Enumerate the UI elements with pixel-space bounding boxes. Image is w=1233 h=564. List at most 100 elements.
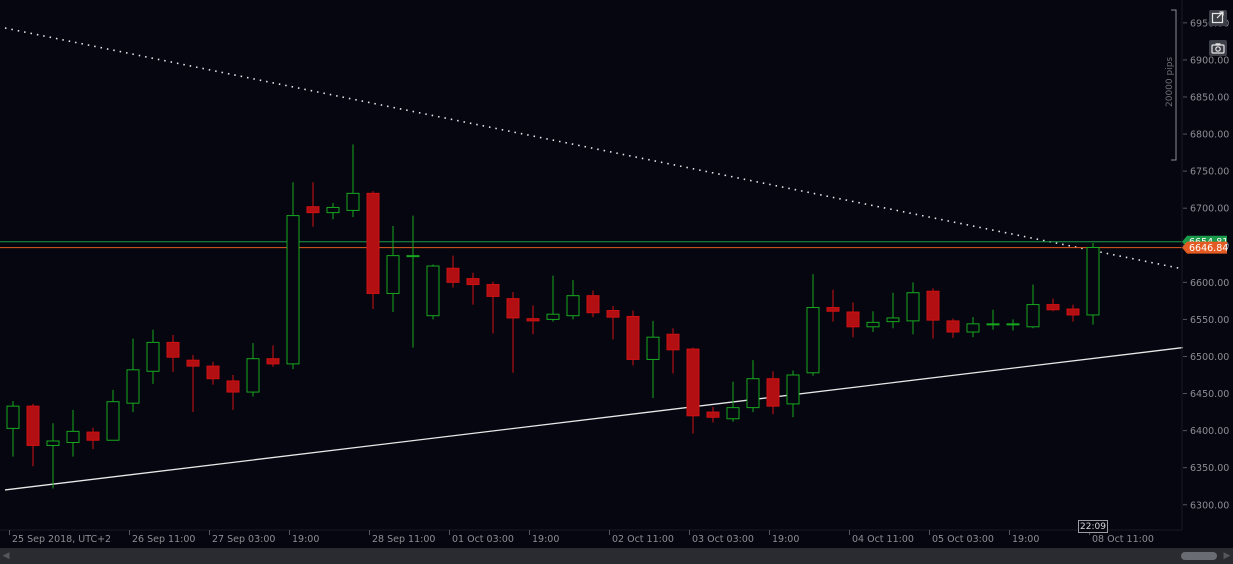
candle-body	[626, 315, 640, 360]
candle-body	[66, 430, 80, 443]
candle[interactable]	[1046, 298, 1060, 312]
y-tick-label: 6900.00	[1190, 55, 1229, 66]
candle[interactable]	[146, 329, 160, 384]
candle[interactable]	[886, 292, 900, 329]
support-trendline[interactable]	[4, 346, 1184, 491]
candle[interactable]	[526, 305, 540, 335]
candle[interactable]	[326, 202, 340, 220]
price-chart[interactable]: 6950.006900.006850.006800.006750.006700.…	[0, 0, 1233, 548]
candle-body	[526, 318, 540, 322]
candle-body	[226, 380, 240, 393]
candle[interactable]	[946, 318, 960, 338]
x-tick-label: 02 Oct 11:00	[612, 534, 674, 545]
candle-body	[586, 295, 600, 314]
candle[interactable]	[346, 144, 360, 218]
x-tick-label: 08 Oct 11:00	[1092, 534, 1154, 545]
candle[interactable]	[246, 343, 260, 397]
candle[interactable]	[906, 282, 920, 335]
candle[interactable]	[506, 291, 520, 373]
candle-body	[1046, 304, 1060, 311]
expand-button[interactable]	[1209, 10, 1227, 26]
candle-body	[306, 206, 320, 214]
candle[interactable]	[486, 281, 500, 334]
candle[interactable]	[6, 400, 20, 457]
candle[interactable]	[386, 225, 400, 312]
x-tick-label: 19:00	[772, 534, 799, 545]
time-cursor-label: 22:09	[1078, 520, 1108, 533]
candle[interactable]	[1006, 319, 1020, 331]
candle[interactable]	[46, 423, 60, 489]
candle[interactable]	[126, 338, 140, 413]
candle-body	[186, 359, 200, 367]
horizontal-scrollbar[interactable]: ◀ ▶	[0, 548, 1233, 564]
candle[interactable]	[26, 403, 40, 467]
candle-body	[926, 290, 940, 321]
y-tick-label: 6700.00	[1190, 204, 1229, 215]
candle[interactable]	[746, 360, 760, 413]
candle[interactable]	[566, 280, 580, 320]
candle[interactable]	[166, 334, 180, 373]
candle[interactable]	[606, 306, 620, 340]
candle[interactable]	[306, 182, 320, 227]
candle[interactable]	[646, 320, 660, 398]
candle[interactable]	[186, 354, 200, 413]
candle-body	[126, 369, 140, 404]
candle[interactable]	[586, 290, 600, 318]
y-tick-label: 6600.00	[1190, 278, 1229, 289]
candle[interactable]	[806, 274, 820, 376]
scroll-right-icon[interactable]: ▶	[1221, 550, 1233, 562]
candle[interactable]	[1066, 304, 1080, 322]
candle[interactable]	[1086, 243, 1100, 325]
candle-body	[26, 405, 40, 446]
measure-label: 20000 pips	[1165, 57, 1175, 107]
scroll-thumb[interactable]	[1181, 552, 1217, 560]
candle[interactable]	[366, 191, 380, 310]
candle[interactable]	[826, 289, 840, 322]
candle[interactable]	[426, 264, 440, 320]
candle-body	[886, 317, 900, 323]
resistance-trendline[interactable]	[4, 27, 1184, 270]
candle-body	[166, 341, 180, 358]
candle[interactable]	[866, 311, 880, 333]
candle[interactable]	[286, 182, 300, 370]
candle[interactable]	[106, 389, 120, 441]
candle-body	[366, 192, 380, 294]
chart-area[interactable]: 6950.006900.006850.006800.006750.006700.…	[0, 0, 1233, 564]
candle-body	[106, 401, 120, 441]
x-tick-label: 04 Oct 11:00	[852, 534, 914, 545]
y-tick-label: 6300.00	[1190, 500, 1229, 511]
y-tick-label: 6400.00	[1190, 426, 1229, 437]
candle[interactable]	[926, 288, 940, 339]
screenshot-button[interactable]	[1209, 40, 1227, 56]
candle-body	[866, 321, 880, 328]
candle[interactable]	[266, 345, 280, 367]
candle[interactable]	[686, 347, 700, 434]
candle[interactable]	[986, 309, 1000, 330]
candle-body	[326, 206, 340, 214]
candle[interactable]	[966, 317, 980, 338]
x-tick-label: 19:00	[1012, 534, 1039, 545]
candle[interactable]	[766, 371, 780, 415]
candle[interactable]	[66, 409, 80, 457]
y-tick-label: 6850.00	[1190, 92, 1229, 103]
candle[interactable]	[446, 255, 460, 288]
candle-body	[1086, 246, 1100, 316]
candle[interactable]	[226, 375, 240, 410]
y-tick-label: 6350.00	[1190, 463, 1229, 474]
candle[interactable]	[86, 427, 100, 450]
candle[interactable]	[466, 272, 480, 305]
candle-body	[846, 311, 860, 328]
candle[interactable]	[626, 310, 640, 366]
candle[interactable]	[206, 361, 220, 385]
candle[interactable]	[786, 370, 800, 418]
candle-body	[806, 307, 820, 374]
scroll-left-icon[interactable]: ◀	[0, 550, 12, 562]
candle[interactable]	[546, 275, 560, 322]
candle[interactable]	[846, 302, 860, 338]
candle[interactable]	[666, 328, 680, 374]
candle[interactable]	[706, 406, 720, 423]
candle[interactable]	[1026, 284, 1040, 329]
candle-body	[486, 284, 500, 297]
candle-body	[1006, 323, 1020, 326]
candle[interactable]	[406, 215, 420, 348]
